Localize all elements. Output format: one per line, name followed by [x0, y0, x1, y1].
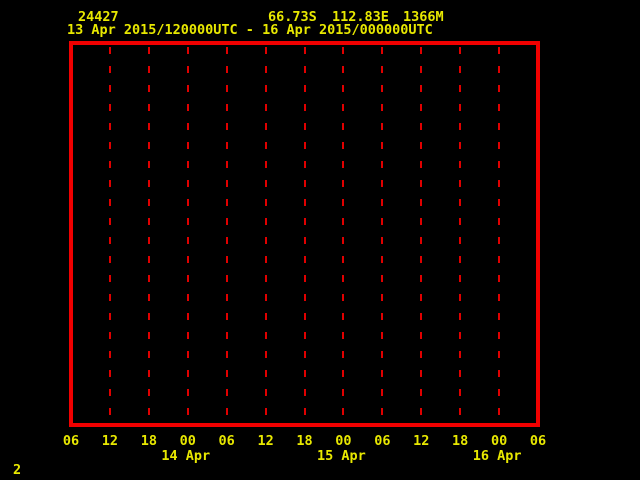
vertical-gridline [381, 47, 384, 423]
x-tick-label: 18 [296, 433, 313, 449]
x-tick-label: 12 [101, 433, 119, 449]
x-tick-label: 12 [257, 433, 274, 449]
x-tick-label: 00 [335, 433, 352, 449]
x-tick-label: 18 [452, 433, 469, 449]
vertical-gridline [108, 47, 111, 423]
vertical-gridline [498, 47, 501, 423]
x-day-label: 15 Apr [317, 448, 366, 464]
x-tick-label: 06 [218, 433, 235, 449]
vertical-gridline [420, 47, 423, 423]
x-day-label: 16 Apr [472, 448, 522, 464]
x-tick-label: 06 [529, 433, 547, 449]
x-tick-label: 06 [62, 433, 80, 449]
time-range-label: 13 Apr 2015/120000UTC - 16 Apr 2015/0000… [67, 22, 433, 38]
vertical-gridline [342, 47, 345, 423]
x-tick-label: 00 [179, 433, 196, 449]
vertical-gridline [225, 47, 228, 423]
x-tick-label: 06 [374, 433, 391, 449]
x-tick-label: 18 [140, 433, 157, 449]
vertical-gridline [147, 47, 150, 423]
x-tick-label: 00 [490, 433, 508, 449]
vertical-gridline [303, 47, 306, 423]
meteogram-screen: 24427 66.73S 112.83E 1366M 13 Apr 2015/1… [0, 0, 640, 480]
vertical-gridline [186, 47, 189, 423]
x-tick-label: 12 [413, 433, 430, 449]
x-day-label: 14 Apr [161, 448, 211, 464]
page-indicator: 2 [13, 462, 22, 478]
vertical-gridline [264, 47, 267, 423]
vertical-gridline [459, 47, 462, 423]
